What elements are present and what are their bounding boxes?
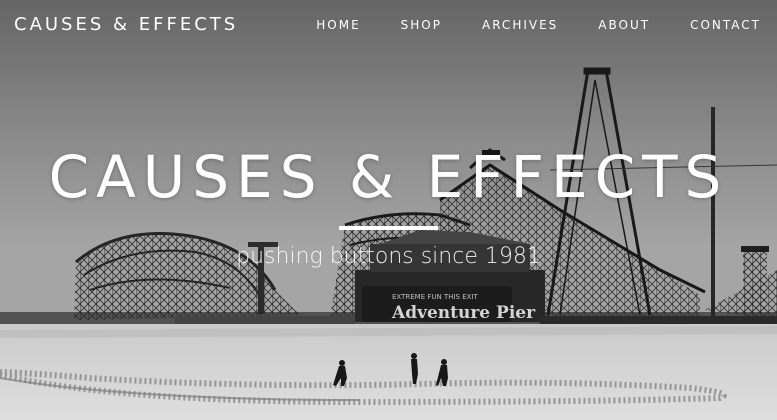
nav-item-contact[interactable]: CONTACT bbox=[690, 18, 761, 32]
site-logo-link[interactable]: CAUSES & EFFECTS bbox=[14, 14, 238, 35]
hero-title: CAUSES & EFFECTS bbox=[48, 143, 729, 211]
top-navigation: CAUSES & EFFECTS HOME SHOP ARCHIVES ABOU… bbox=[0, 0, 777, 52]
nav-item-shop[interactable]: SHOP bbox=[401, 18, 442, 32]
hero-divider bbox=[339, 226, 438, 230]
nav-item-archives[interactable]: ARCHIVES bbox=[482, 18, 558, 32]
hero-subtitle: pushing buttons since 1981 bbox=[236, 244, 541, 269]
main-menu: HOME SHOP ARCHIVES ABOUT CONTACT bbox=[276, 18, 761, 32]
nav-item-about[interactable]: ABOUT bbox=[598, 18, 650, 32]
nav-item-home[interactable]: HOME bbox=[316, 18, 360, 32]
hero-section: EXTREME FUN THIS EXIT Adventure Pier CAU… bbox=[0, 0, 777, 420]
